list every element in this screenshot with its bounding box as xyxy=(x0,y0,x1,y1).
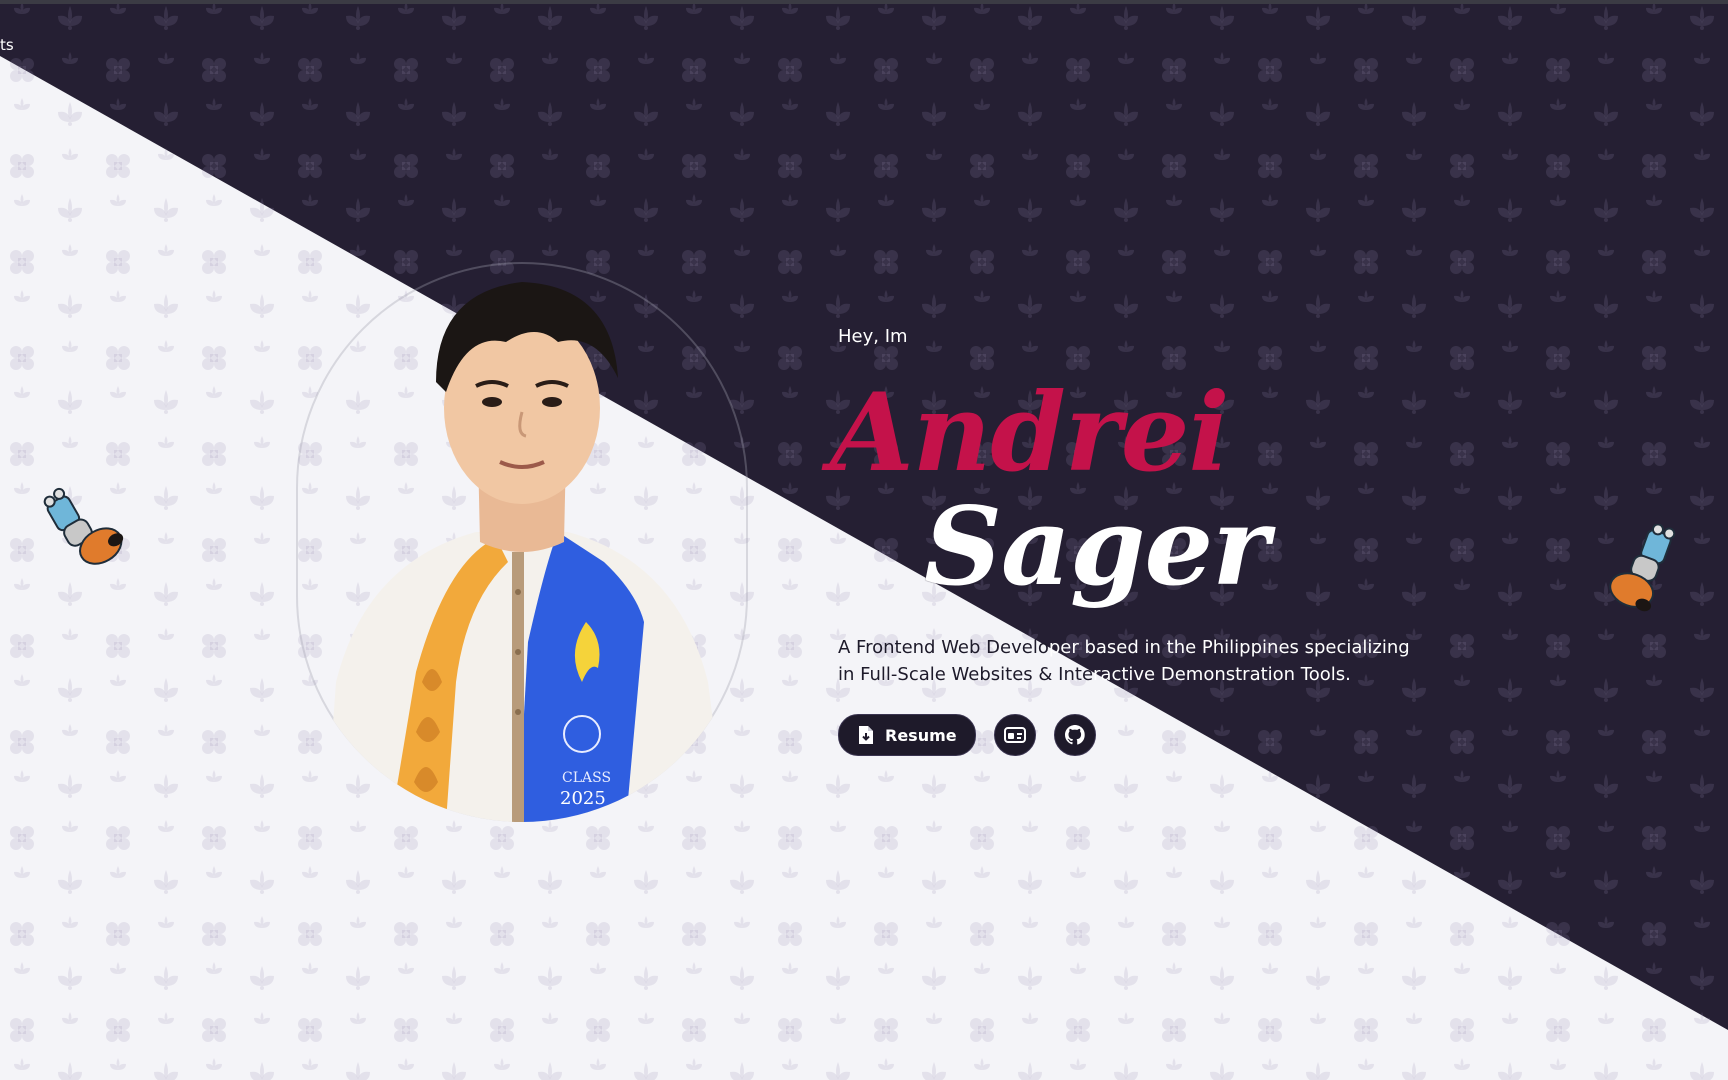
resume-label: Resume xyxy=(885,725,957,745)
github-button[interactable] xyxy=(1053,714,1096,756)
id-card-icon xyxy=(1003,727,1026,743)
file-download-icon xyxy=(859,726,873,744)
hero-section: Hey, Im Andrei Sager A Frontend Web Deve… xyxy=(830,326,1478,756)
dog-mascot-left xyxy=(43,487,124,565)
window-top-border xyxy=(0,0,1728,4)
nav-link-fragment[interactable]: ts xyxy=(0,36,14,54)
bio-text: A Frontend Web Developer based in the Ph… xyxy=(838,634,1438,688)
github-icon xyxy=(1064,725,1085,745)
greeting: Hey, Im xyxy=(838,326,908,347)
bio-line2-light: ractive Demonstration Tools. xyxy=(1093,664,1351,685)
contact-card-button[interactable] xyxy=(993,714,1036,756)
dark-diagonal-background xyxy=(0,0,1728,1030)
dog-mascot-right xyxy=(1609,524,1676,612)
portrait: CLASS 2025 xyxy=(296,262,748,822)
profile-photo: CLASS 2025 xyxy=(296,262,748,822)
bio-line1-dark: A Frontend Web Develo xyxy=(838,637,1049,658)
sash-text-class: CLASS xyxy=(562,770,612,786)
resume-button[interactable]: Resume xyxy=(838,714,976,756)
last-name-heading: Sager xyxy=(924,484,1269,610)
bio-line2-dark: in Full-Scale Websites & Inte xyxy=(838,664,1094,685)
hero-actions: Resume xyxy=(838,714,1096,756)
first-name-heading: Andrei xyxy=(830,370,1229,496)
sash-text-year: 2025 xyxy=(560,788,606,809)
bio-line1-light: per based in the Philippines specializin… xyxy=(1048,637,1410,658)
